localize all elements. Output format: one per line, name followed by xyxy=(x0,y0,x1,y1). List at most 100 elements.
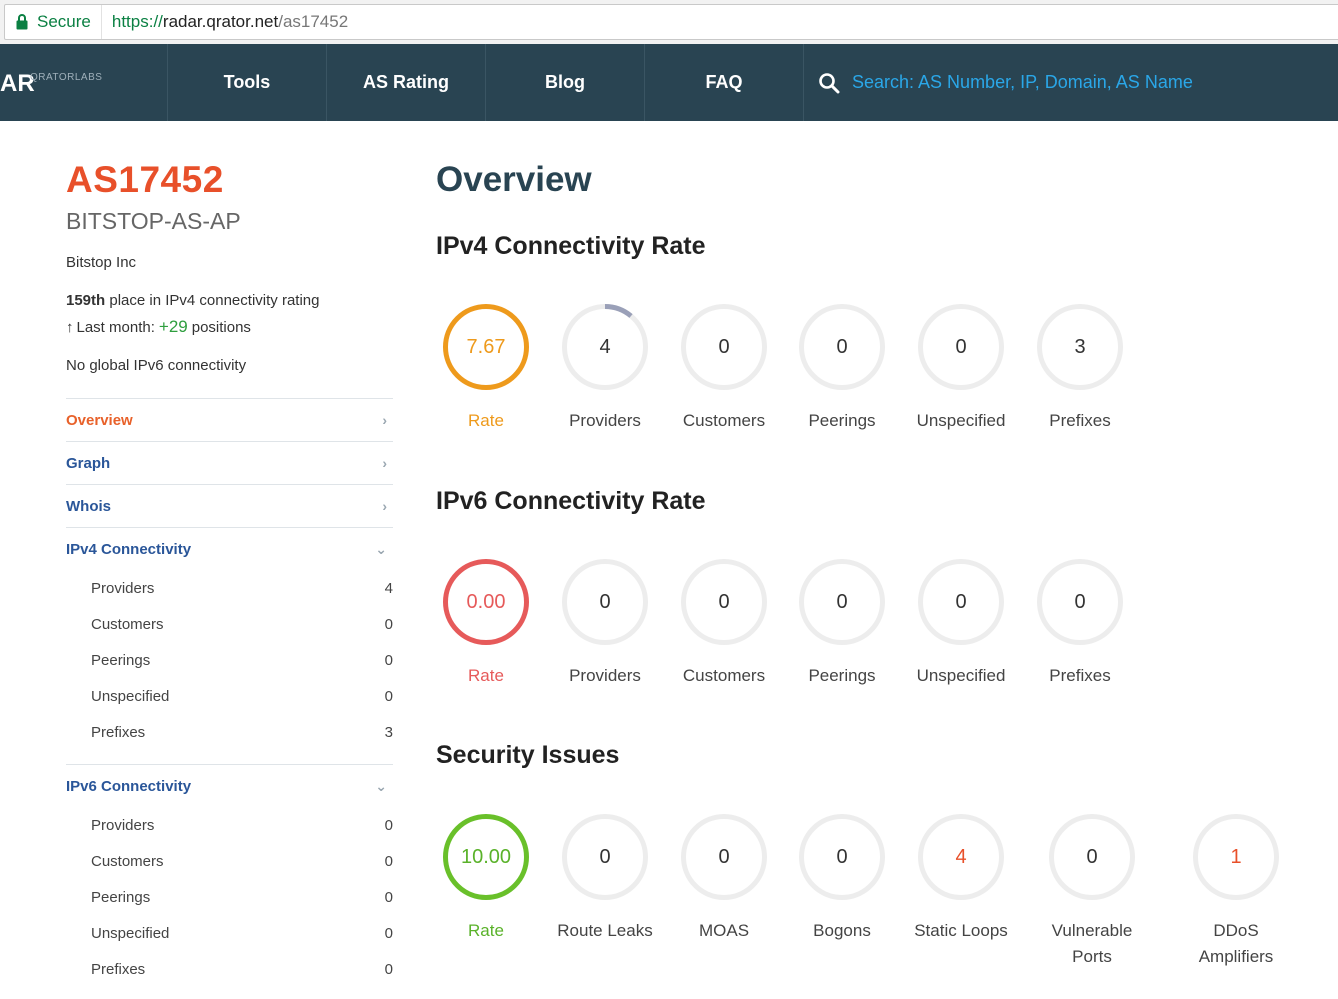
stat-label: Prefixes xyxy=(1049,411,1111,430)
last-month-delta: +29 xyxy=(158,317,188,336)
url-path: /as17452 xyxy=(278,12,349,31)
subitem-count: 0 xyxy=(384,816,393,834)
nav-as-rating[interactable]: AS Rating xyxy=(327,44,486,121)
ipv4-unspecified-stat[interactable]: 0 Unspecified xyxy=(917,304,1005,434)
stat-value: 0 xyxy=(799,814,885,900)
browser-address-bar: Secure https://radar.qrator.net/as17452 xyxy=(0,0,1338,44)
stat-value: 0 xyxy=(562,814,648,900)
rating-place-suffix: place in IPv4 connectivity rating xyxy=(105,292,320,309)
ipv4-prefixes-stat[interactable]: 3 Prefixes xyxy=(1037,304,1123,434)
sidebar-item-graph[interactable]: Graph › xyxy=(66,441,393,484)
sidebar-subitem-ipv6-customers[interactable]: Customers 0 xyxy=(66,843,393,879)
sidebar-subitem-ipv4-providers[interactable]: Providers 4 xyxy=(66,570,393,606)
subitem-count: 0 xyxy=(384,852,393,870)
lock-icon xyxy=(15,13,29,31)
bogons-stat[interactable]: 0 Bogons xyxy=(799,814,885,944)
chevron-down-icon: ⌄ xyxy=(375,777,387,794)
security-rate-stat[interactable]: 10.00 Rate xyxy=(443,814,529,944)
security-section-title: Security Issues xyxy=(436,741,620,769)
organization-name: Bitstop Inc xyxy=(66,254,137,271)
search-input[interactable]: Search: AS Number, IP, Domain, AS Name xyxy=(852,72,1193,93)
sidebar-subitem-ipv4-prefixes[interactable]: Prefixes 3 xyxy=(66,714,393,750)
stat-value: 0 xyxy=(681,814,767,900)
subitem-count: 0 xyxy=(384,924,393,942)
logo-subtitle: QRATORLABS xyxy=(30,72,103,83)
secure-indicator[interactable]: Secure xyxy=(5,5,102,39)
ipv4-providers-ring: 4 xyxy=(562,304,648,390)
sidebar-subitem-ipv6-prefixes[interactable]: Prefixes 0 xyxy=(66,951,393,987)
stat-label: DDoS Amplifiers xyxy=(1166,918,1306,970)
ipv4-rate-stat[interactable]: 7.67 Rate xyxy=(443,304,529,434)
omnibox[interactable]: Secure https://radar.qrator.net/as17452 xyxy=(4,4,1338,40)
nav-tools[interactable]: Tools xyxy=(168,44,327,121)
chevron-right-icon: › xyxy=(382,455,387,471)
last-month-change: ↑ Last month: +29 positions xyxy=(66,317,251,337)
subitem-label: Prefixes xyxy=(91,723,146,741)
stat-label: Vulnerable Ports xyxy=(1022,918,1162,970)
top-navigation: AR QRATORLABS Tools AS Rating Blog FAQ S… xyxy=(0,44,1338,121)
ipv6-providers-stat[interactable]: 0 Providers xyxy=(562,559,648,689)
subitem-count: 0 xyxy=(384,960,393,978)
subitem-label: Customers xyxy=(91,852,164,870)
stat-value: 4 xyxy=(918,814,1004,900)
chevron-right-icon: › xyxy=(382,412,387,428)
url-host: radar.qrator.net xyxy=(162,12,279,31)
stat-value: 3 xyxy=(1037,304,1123,390)
route-leaks-stat[interactable]: 0 Route Leaks xyxy=(557,814,653,944)
sidebar-subitem-ipv4-unspecified[interactable]: Unspecified 0 xyxy=(66,678,393,714)
rating-place: 159th place in IPv4 connectivity rating xyxy=(66,292,319,309)
sidebar-item-whois[interactable]: Whois › xyxy=(66,484,393,527)
ipv6-submenu: Providers 0 Customers 0 Peerings 0 Unspecif… xyxy=(66,807,393,987)
vulnerable-ports-stat[interactable]: 0 Vulnerable Ports xyxy=(1049,814,1135,970)
subitem-count: 0 xyxy=(384,888,393,906)
ddos-amplifiers-stat[interactable]: 1 DDoS Amplifiers xyxy=(1193,814,1279,970)
ipv6-unspecified-stat[interactable]: 0 Unspecified xyxy=(917,559,1005,689)
subitem-label: Unspecified xyxy=(91,687,170,705)
static-loops-stat[interactable]: 4 Static Loops xyxy=(914,814,1008,944)
site-logo[interactable]: AR QRATORLABS xyxy=(0,44,168,121)
nav-blog[interactable]: Blog xyxy=(486,44,645,121)
sidebar-subitem-ipv4-customers[interactable]: Customers 0 xyxy=(66,606,393,642)
secure-label: Secure xyxy=(37,12,91,31)
sidebar-item-label: Overview xyxy=(66,411,133,429)
sidebar-item-ipv4-connectivity[interactable]: IPv4 Connectivity ⌄ xyxy=(66,527,393,570)
moas-stat[interactable]: 0 MOAS xyxy=(681,814,767,944)
sidebar-subitem-ipv6-unspecified[interactable]: Unspecified 0 xyxy=(66,915,393,951)
page-title: Overview xyxy=(436,160,592,199)
url-scheme: https:// xyxy=(111,12,163,31)
ipv6-rate-ring: 0.00 xyxy=(443,559,529,645)
subitem-count: 0 xyxy=(384,615,393,633)
stat-value: 0 xyxy=(562,559,648,645)
sidebar-item-label: IPv6 Connectivity xyxy=(66,777,192,795)
stat-label: Static Loops xyxy=(914,921,1008,940)
subitem-label: Unspecified xyxy=(91,924,170,942)
ipv6-peerings-stat[interactable]: 0 Peerings xyxy=(799,559,885,689)
stat-value: 1 xyxy=(1193,814,1279,900)
ipv6-customers-stat[interactable]: 0 Customers xyxy=(681,559,767,689)
search-bar[interactable]: Search: AS Number, IP, Domain, AS Name xyxy=(804,44,1338,121)
nav-faq[interactable]: FAQ xyxy=(645,44,804,121)
sidebar-subitem-ipv4-peerings[interactable]: Peerings 0 xyxy=(66,642,393,678)
ipv6-rate-stat[interactable]: 0.00 Rate xyxy=(443,559,529,689)
stat-value: 0 xyxy=(1049,814,1135,900)
ipv6-section-title: IPv6 Connectivity Rate xyxy=(436,487,706,515)
sidebar-item-overview[interactable]: Overview › xyxy=(66,398,393,441)
last-month-suffix: positions xyxy=(191,319,251,336)
ipv4-providers-stat[interactable]: 4 Providers xyxy=(562,304,648,434)
search-icon[interactable] xyxy=(818,72,840,94)
sidebar-item-ipv6-connectivity[interactable]: IPv6 Connectivity ⌄ xyxy=(66,764,393,807)
ipv6-prefixes-stat[interactable]: 0 Prefixes xyxy=(1037,559,1123,689)
ipv4-peerings-stat[interactable]: 0 Peerings xyxy=(799,304,885,434)
stat-value: 0 xyxy=(918,559,1004,645)
ipv4-customers-stat[interactable]: 0 Customers xyxy=(681,304,767,434)
arrow-up-icon: ↑ xyxy=(66,319,74,336)
stat-value: 0 xyxy=(1037,559,1123,645)
sidebar-subitem-ipv6-providers[interactable]: Providers 0 xyxy=(66,807,393,843)
url-text[interactable]: https://radar.qrator.net/as17452 xyxy=(102,12,348,32)
sidebar-item-label: Graph xyxy=(66,454,111,472)
chevron-down-icon: ⌄ xyxy=(375,540,387,557)
sidebar-subitem-ipv6-peerings[interactable]: Peerings 0 xyxy=(66,879,393,915)
subitem-label: Prefixes xyxy=(91,960,146,978)
subitem-label: Providers xyxy=(91,579,155,597)
stat-value: 0 xyxy=(681,559,767,645)
